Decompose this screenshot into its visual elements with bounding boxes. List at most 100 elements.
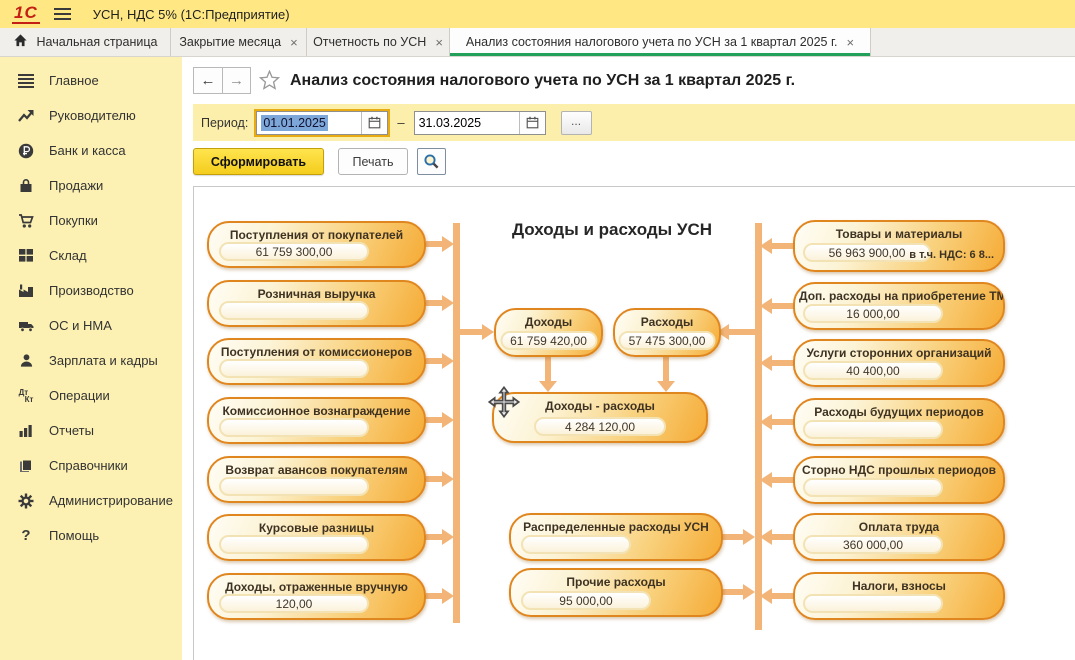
forward-button[interactable]: → <box>222 67 251 94</box>
block-receipts-from-buyers[interactable]: Поступления от покупателей 61 759 300,00 <box>207 221 426 268</box>
help-icon: ? <box>16 527 36 544</box>
block-vat-reversal[interactable]: Сторно НДС прошлых периодов <box>793 456 1005 504</box>
title-bar: 1С УСН, НДС 5% (1С:Предприятие) <box>0 0 1075 28</box>
flow-arrow <box>760 414 793 430</box>
flow-arrow <box>426 588 454 604</box>
calendar-button[interactable] <box>361 112 387 134</box>
period-more-button[interactable]: ... <box>561 111 592 135</box>
sidebar-item-reports[interactable]: Отчеты <box>0 413 182 448</box>
favorite-star-icon[interactable] <box>259 70 280 95</box>
flow-arrow <box>760 529 793 545</box>
generate-button[interactable]: Сформировать <box>193 148 324 175</box>
block-exchange-differences[interactable]: Курсовые разницы <box>207 514 426 561</box>
income-collector-bar <box>453 223 460 623</box>
period-dash: – <box>397 115 404 130</box>
close-tab-icon[interactable]: × <box>290 36 298 49</box>
block-distributed-expenses[interactable]: Распределенные расходы УСН <box>509 513 723 561</box>
period-label: Период: <box>201 116 248 130</box>
block-deferred-expenses[interactable]: Расходы будущих периодов <box>793 398 1005 446</box>
preview-button[interactable] <box>417 148 446 175</box>
block-value <box>219 359 369 378</box>
period-from-input[interactable]: 01.01.2025 <box>257 112 361 134</box>
sidebar-item-help[interactable]: ? Помощь <box>0 518 182 553</box>
diagram-title: Доходы и расходы УСН <box>492 220 732 240</box>
period-from-group: 01.01.2025 <box>256 111 388 135</box>
flow-arrow <box>426 412 454 428</box>
flow-arrow <box>760 472 793 488</box>
home-icon <box>13 33 28 51</box>
close-tab-icon[interactable]: × <box>846 36 854 49</box>
history-nav: ← → <box>193 67 251 94</box>
block-income-minus-expenses[interactable]: Доходы - расходы 4 284 120,00 <box>492 392 708 443</box>
sidebar-item-warehouse[interactable]: Склад <box>0 238 182 273</box>
block-value: 16 000,00 <box>803 304 943 323</box>
vat-note: в т.ч. НДС: 6 8... <box>909 249 994 261</box>
flow-arrow <box>426 295 454 311</box>
block-retail-revenue[interactable]: Розничная выручка <box>207 280 426 327</box>
tab-usn-analysis[interactable]: Анализ состояния налогового учета по УСН… <box>450 28 871 56</box>
tab-label: Начальная страница <box>37 35 158 49</box>
block-value: 360 000,00 <box>803 535 943 554</box>
period-panel: Период: 01.01.2025 – 31.03.2025 ... <box>193 104 1075 141</box>
sidebar-item-administration[interactable]: Администрирование <box>0 483 182 518</box>
block-value: 95 000,00 <box>521 591 651 610</box>
block-value: 4 284 120,00 <box>534 417 666 436</box>
sidebar-item-production[interactable]: Производство <box>0 273 182 308</box>
main-menu-icon[interactable] <box>54 8 71 20</box>
chart-icon <box>16 423 36 438</box>
flow-arrow <box>723 529 755 545</box>
block-goods-materials[interactable]: Товары и материалы 56 963 900,00 в т.ч. … <box>793 220 1005 272</box>
dtkt-icon: ДтКт <box>16 389 36 403</box>
cart-icon <box>16 213 36 229</box>
block-value <box>219 418 369 437</box>
sidebar-item-sales[interactable]: Продажи <box>0 168 182 203</box>
sidebar-item-operations[interactable]: ДтКт Операции <box>0 378 182 413</box>
sidebar-item-purchases[interactable]: Покупки <box>0 203 182 238</box>
block-taxes-contributions[interactable]: Налоги, взносы <box>793 572 1005 620</box>
block-other-expenses[interactable]: Прочие расходы 95 000,00 <box>509 568 723 617</box>
block-value: 61 759 300,00 <box>219 242 369 261</box>
sidebar-item-main[interactable]: Главное <box>0 63 182 98</box>
block-value <box>803 478 943 497</box>
block-manual-income[interactable]: Доходы, отраженные вручную 120,00 <box>207 573 426 620</box>
block-value: 61 759 420,00 <box>500 331 597 350</box>
calendar-button[interactable] <box>519 112 545 134</box>
page-title: Анализ состояния налогового учета по УСН… <box>290 72 795 90</box>
tab-usn-reporting[interactable]: Отчетность по УСН × <box>307 28 450 56</box>
flow-arrow <box>723 584 755 600</box>
block-commission-fee[interactable]: Комиссионное вознаграждение <box>207 397 426 444</box>
close-tab-icon[interactable]: × <box>435 36 443 49</box>
period-to-input[interactable]: 31.03.2025 <box>415 112 519 134</box>
block-extra-tmc-expenses[interactable]: Доп. расходы на приобретение ТМЦ 16 000,… <box>793 282 1005 330</box>
block-advance-returns[interactable]: Возврат авансов покупателям <box>207 456 426 503</box>
bag-icon <box>16 178 36 194</box>
sidebar-item-payroll-hr[interactable]: Зарплата и кадры <box>0 343 182 378</box>
flow-arrow <box>760 355 793 371</box>
flow-arrow <box>426 471 454 487</box>
sidebar-item-manager[interactable]: Руководителю <box>0 98 182 133</box>
factory-icon <box>16 283 36 298</box>
back-button[interactable]: ← <box>193 67 222 94</box>
tab-home[interactable]: Начальная страница <box>0 28 171 56</box>
block-receipts-from-commissioners[interactable]: Поступления от комиссионеров <box>207 338 426 385</box>
sidebar-item-fixed-assets[interactable]: ОС и НМА <box>0 308 182 343</box>
block-value <box>219 301 369 320</box>
block-value: 57 475 300,00 <box>619 331 716 350</box>
sidebar: Главное Руководителю Банк и касса Продаж… <box>0 57 182 660</box>
flow-arrow <box>539 356 557 392</box>
gear-icon <box>16 493 36 509</box>
block-expenses[interactable]: Расходы 57 475 300,00 <box>613 308 721 357</box>
period-to-group: 31.03.2025 <box>414 111 546 135</box>
block-value: 120,00 <box>219 594 369 613</box>
sidebar-item-directories[interactable]: Справочники <box>0 448 182 483</box>
flow-arrow <box>760 588 793 604</box>
sidebar-item-bank-cash[interactable]: Банк и касса <box>0 133 182 168</box>
print-button[interactable]: Печать <box>338 148 408 175</box>
tab-month-closing[interactable]: Закрытие месяца × <box>171 28 307 56</box>
block-value <box>219 477 369 496</box>
block-third-party-services[interactable]: Услуги сторонних организаций 40 400,00 <box>793 339 1005 387</box>
block-value <box>521 535 631 554</box>
flow-arrow <box>760 298 793 314</box>
block-income[interactable]: Доходы 61 759 420,00 <box>494 308 603 357</box>
block-payroll[interactable]: Оплата труда 360 000,00 <box>793 513 1005 561</box>
